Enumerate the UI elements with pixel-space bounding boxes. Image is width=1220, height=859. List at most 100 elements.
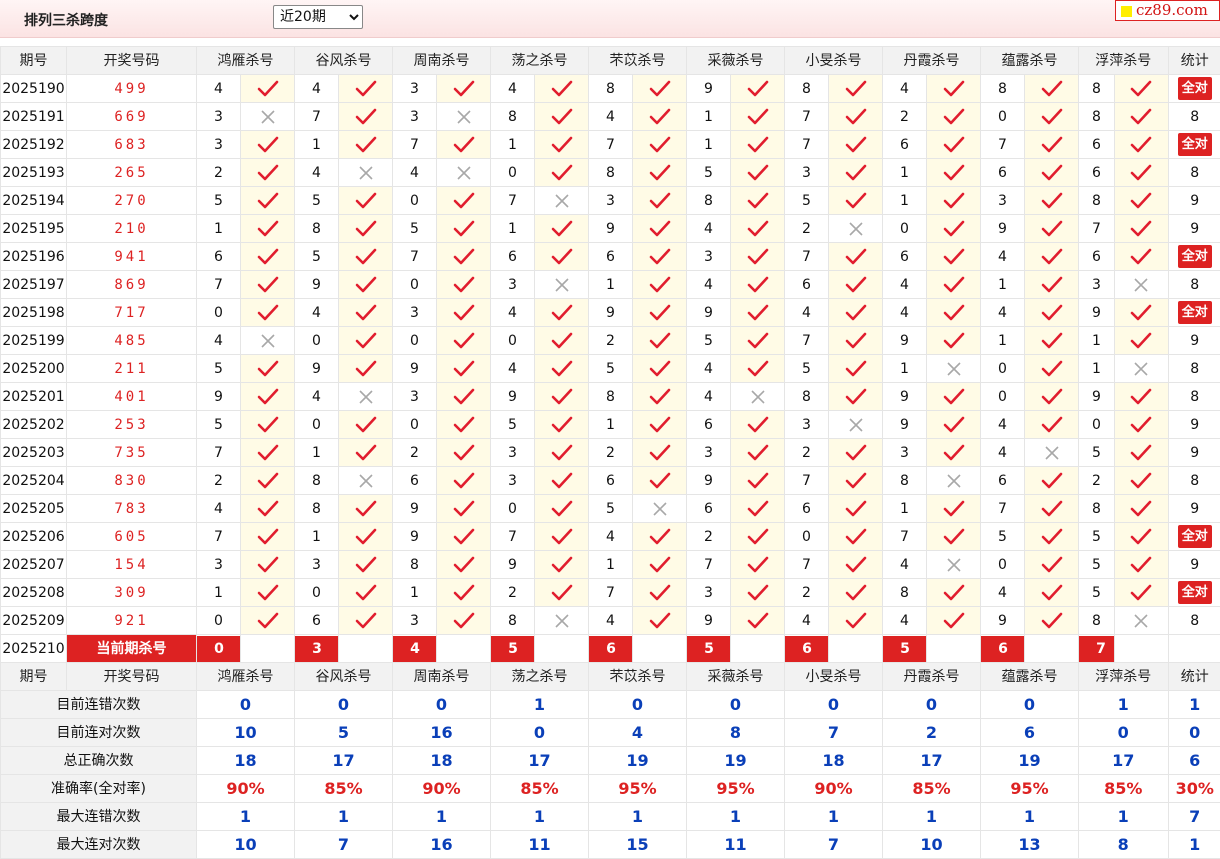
kill-number-cell: 0 (981, 355, 1025, 383)
stats-value: 10 (197, 831, 295, 859)
check-icon (453, 445, 475, 461)
kill-number-cell: 0 (785, 523, 829, 551)
current-kill-cell: 6 (785, 635, 829, 663)
header-result: 开奖号码 (67, 663, 197, 691)
check-icon (257, 389, 279, 405)
stat-cell: 9 (1168, 411, 1220, 439)
table-row: 202520140194398489098 (1, 383, 1220, 411)
mark-cell (241, 75, 295, 103)
kill-number-cell: 8 (1079, 75, 1115, 103)
mark-cell (731, 215, 785, 243)
stat-cell: 8 (1168, 271, 1220, 299)
current-kill-cell: 5 (687, 635, 731, 663)
mark-cell (829, 411, 883, 439)
mark-cell (535, 523, 589, 551)
mark-cell (829, 159, 883, 187)
check-icon (943, 165, 965, 181)
site-logo[interactable]: cz89.com (1115, 0, 1220, 21)
mark-cell (829, 75, 883, 103)
mark-cell (1115, 495, 1169, 523)
mark-cell (241, 355, 295, 383)
mark-cell (927, 355, 981, 383)
result-cell: 499 (67, 75, 197, 103)
kill-number-cell: 4 (491, 75, 535, 103)
kill-number-cell: 3 (197, 551, 241, 579)
mark-cell (437, 103, 491, 131)
kill-number-cell: 2 (883, 103, 927, 131)
logo-square-icon (1121, 6, 1132, 17)
kill-number-cell: 4 (981, 439, 1025, 467)
stats-value: 1 (883, 803, 981, 831)
kill-number-cell: 7 (785, 131, 829, 159)
kill-number-cell: 1 (589, 551, 633, 579)
result-cell: 783 (67, 495, 197, 523)
mark-cell (1025, 411, 1079, 439)
mark-cell (241, 103, 295, 131)
check-icon (1041, 81, 1063, 97)
kill-number-cell: 7 (393, 243, 437, 271)
cross-icon (1133, 277, 1149, 293)
issue-cell: 2025209 (1, 607, 67, 635)
kill-number-cell: 7 (883, 523, 927, 551)
kill-number-cell: 7 (785, 103, 829, 131)
kill-number-cell: 6 (197, 243, 241, 271)
mark-cell (829, 579, 883, 607)
kill-number-cell: 9 (589, 215, 633, 243)
cross-icon (652, 501, 668, 517)
kill-number-cell: 0 (393, 411, 437, 439)
cross-icon (554, 277, 570, 293)
kill-number-cell: 1 (589, 271, 633, 299)
check-icon (943, 221, 965, 237)
check-icon (355, 221, 377, 237)
mark-cell (437, 159, 491, 187)
mark-cell (633, 75, 687, 103)
cross-icon (946, 361, 962, 377)
check-icon (1130, 445, 1152, 461)
kill-number-cell: 7 (981, 131, 1025, 159)
check-icon (845, 445, 867, 461)
check-icon (1130, 249, 1152, 265)
stats-value: 17 (295, 747, 393, 775)
mark-cell (241, 523, 295, 551)
kill-number-cell: 4 (981, 411, 1025, 439)
check-icon (1041, 249, 1063, 265)
period-select[interactable]: 近20期 (273, 5, 363, 29)
kill-number-cell: 8 (883, 467, 927, 495)
mark-cell (633, 327, 687, 355)
table-row: 202519427055073851389 (1, 187, 1220, 215)
mark-cell (241, 159, 295, 187)
stats-value: 1 (1079, 691, 1169, 719)
check-icon (747, 613, 769, 629)
result-cell: 485 (67, 327, 197, 355)
mark-cell (535, 271, 589, 299)
stats-value: 0 (1079, 719, 1169, 747)
stat-cell: 全对 (1168, 243, 1220, 271)
kill-number-cell: 8 (981, 75, 1025, 103)
kill-number-cell: 1 (295, 523, 339, 551)
mark-cell (633, 607, 687, 635)
kill-number-cell: 1 (687, 103, 731, 131)
check-icon (747, 109, 769, 125)
kill-number-cell: 1 (883, 159, 927, 187)
check-icon (649, 221, 671, 237)
issue-cell: 2025204 (1, 467, 67, 495)
mark-cell (339, 523, 393, 551)
kill-number-cell: 0 (295, 411, 339, 439)
table-row: 202520373571232323459 (1, 439, 1220, 467)
kill-number-cell: 6 (295, 607, 339, 635)
mark-cell (535, 383, 589, 411)
mark-cell (339, 579, 393, 607)
kill-number-cell: 1 (883, 495, 927, 523)
kill-number-cell: 4 (687, 215, 731, 243)
mark-cell (1025, 551, 1079, 579)
check-icon (649, 417, 671, 433)
check-icon (453, 137, 475, 153)
correct-count: 9 (1190, 193, 1199, 209)
check-icon (551, 333, 573, 349)
stat-cell: 全对 (1168, 75, 1220, 103)
kill-number-cell: 8 (295, 467, 339, 495)
mark-cell (1115, 551, 1169, 579)
kill-number-cell: 8 (393, 551, 437, 579)
mark-cell (241, 411, 295, 439)
correct-count: 8 (1190, 109, 1199, 125)
